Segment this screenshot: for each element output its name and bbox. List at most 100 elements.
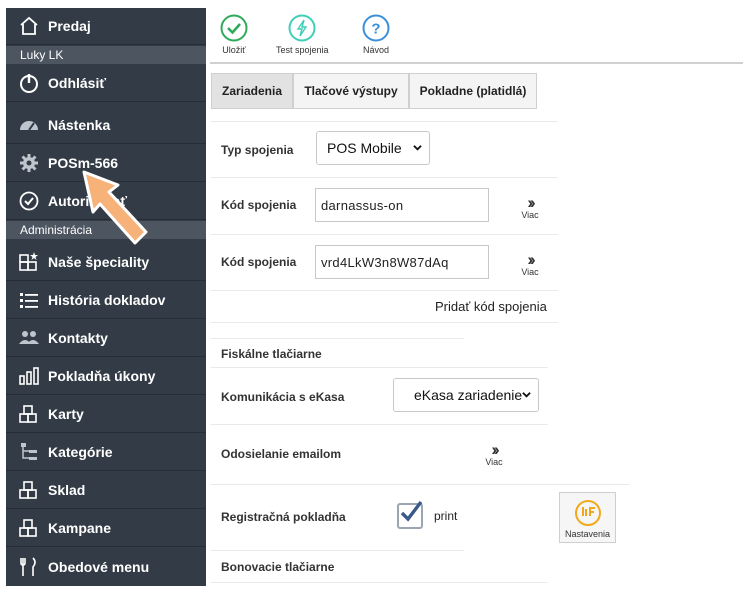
chevron-down-icon — [413, 145, 422, 151]
tab-pokladne[interactable]: Pokladne (platidlá) — [409, 73, 537, 109]
save-label: Uložiť — [222, 45, 246, 55]
sidebar-item-specialty[interactable]: Naše špeciality — [6, 244, 206, 281]
settings-label: Nastavenia — [564, 529, 611, 539]
more-button-2[interactable]: ›› Viac — [518, 250, 542, 277]
bars-icon — [18, 365, 40, 387]
sidebar-item-predaj[interactable]: Predaj — [6, 8, 206, 45]
admin-section-label: Administrácia — [6, 221, 206, 239]
sidebar-item-label: Nástenka — [48, 117, 111, 133]
registracna-label: Registračná pokladňa — [221, 510, 346, 524]
chevron-down-icon — [522, 392, 531, 398]
checkmark-icon — [400, 500, 423, 522]
divider — [211, 582, 548, 583]
sidebar-item-label: Obedové menu — [48, 558, 150, 575]
svg-text:?: ? — [371, 21, 380, 38]
sidebar-item-kampane[interactable]: Kampane — [6, 510, 206, 547]
double-chevron-icon: ›› — [527, 193, 535, 212]
help-icon: ? — [362, 14, 390, 42]
double-chevron-icon: ›› — [527, 250, 535, 269]
sidebar-item-nastenka[interactable]: Nástenka — [6, 107, 206, 144]
divider — [211, 121, 558, 122]
save-button[interactable]: Uložiť — [220, 14, 248, 55]
cutlery-icon — [18, 556, 40, 578]
settings-button[interactable]: Nastavenia — [559, 492, 616, 543]
sidebar-item-label: Kampane — [48, 520, 112, 536]
divider — [211, 290, 558, 291]
sidebar-item-odhlasit[interactable]: Odhlásiť — [6, 65, 206, 102]
sidebar-item-kategorie[interactable]: Kategórie — [6, 434, 206, 471]
settings-brand-icon — [574, 500, 601, 526]
komunikacia-label: Komunikácia s eKasa — [221, 390, 345, 404]
more-button-3[interactable]: ›› Viac — [482, 440, 506, 467]
bonovacie-tlaciarne-heading: Bonovacie tlačiarne — [221, 560, 335, 574]
sidebar-item-label: Karty — [48, 406, 84, 422]
divider — [211, 550, 464, 551]
sidebar-item-kontakty[interactable]: Kontakty — [6, 320, 206, 357]
email-label: Odosielanie emailom — [221, 447, 342, 461]
typ-spojenia-select[interactable]: POS Mobile — [316, 131, 430, 165]
sidebar-item-historia[interactable]: História dokladov — [6, 282, 206, 319]
typ-spojenia-label: Typ spojenia — [221, 143, 294, 157]
speedometer-icon — [18, 114, 40, 136]
divider — [211, 367, 548, 368]
divider — [211, 322, 558, 323]
divider — [211, 234, 558, 235]
sidebar-item-label: Kategórie — [48, 444, 113, 460]
divider — [211, 177, 558, 178]
divider — [211, 484, 630, 485]
kod-spojenia-input-2[interactable]: vrd4LkW3n8W87dAq — [315, 245, 489, 279]
sidebar-item-label: Pokladňa úkony — [48, 368, 156, 384]
double-chevron-icon: ›› — [491, 440, 499, 459]
sidebar-item-label: POSm-566 — [48, 155, 119, 171]
sidebar-item-posm[interactable]: POSm-566 — [6, 145, 206, 182]
help-label: Návod — [362, 45, 389, 55]
blocks-icon — [18, 517, 40, 539]
check-icon — [220, 14, 248, 42]
sidebar-item-label: Kontakty — [48, 330, 108, 346]
home-icon — [18, 15, 40, 37]
registracna-checkbox[interactable] — [397, 500, 423, 529]
more-button[interactable]: ›› Viac — [518, 193, 542, 220]
sidebar-item-label: Odhlásiť — [48, 75, 107, 91]
sidebar-item-label: Predaj — [48, 18, 91, 34]
sidebar-item-autorizovat[interactable]: Autorizovať — [6, 183, 206, 220]
fiskalne-tlaciarne-heading: Fiskálne tlačiarne — [221, 347, 322, 361]
kod-spojenia-label-2: Kód spojenia — [221, 255, 297, 269]
sidebar-item-label: História dokladov — [48, 292, 166, 308]
tab-tlacove-vystupy[interactable]: Tlačové výstupy — [293, 73, 409, 109]
gear-icon — [18, 152, 40, 174]
test-connection-button[interactable]: Test spojenia — [276, 14, 329, 55]
users-icon — [18, 327, 40, 349]
add-code-link[interactable]: Pridať kód spojenia — [435, 299, 547, 314]
sidebar-item-label: Sklad — [48, 482, 86, 498]
kod-spojenia-label: Kód spojenia — [221, 198, 297, 212]
sidebar-item-obedove-menu[interactable]: Obedové menu — [6, 548, 206, 585]
sidebar-item-karty[interactable]: Karty — [6, 396, 206, 433]
komunikacia-select[interactable]: eKasa zariadenie — [393, 378, 539, 412]
toolbar: Uložiť Test spojenia ? Návod — [210, 8, 743, 64]
sidebar-item-sklad[interactable]: Sklad — [6, 472, 206, 509]
komunikacia-value: eKasa zariadenie — [414, 387, 523, 403]
test-connection-label: Test spojenia — [276, 45, 329, 55]
divider — [211, 338, 464, 339]
sidebar-item-pokladna[interactable]: Pokladňa úkony — [6, 358, 206, 395]
more-label: Viac — [521, 267, 539, 277]
more-label: Viac — [521, 210, 539, 220]
print-label: print — [434, 509, 458, 523]
star-blocks-icon — [18, 251, 40, 273]
sidebar-item-label: Autorizovať — [48, 193, 128, 209]
list-icon — [18, 289, 40, 311]
typ-spojenia-value: POS Mobile — [327, 140, 402, 156]
user-name: Luky LK — [6, 46, 206, 64]
more-label: Viac — [485, 457, 503, 467]
kod-spojenia-input[interactable]: darnassus-on — [315, 188, 489, 222]
blocks-icon — [18, 479, 40, 501]
sidebar: Predaj Luky LK Odhlásiť Nástenka POSm-56… — [6, 8, 206, 586]
help-button[interactable]: ? Návod — [362, 14, 390, 55]
check-circle-icon — [18, 190, 40, 212]
sidebar-item-label: Naše špeciality — [48, 254, 150, 270]
tree-icon — [18, 441, 40, 463]
divider — [211, 424, 548, 425]
lightning-icon — [288, 14, 316, 42]
tab-zariadenia[interactable]: Zariadenia — [211, 73, 293, 109]
